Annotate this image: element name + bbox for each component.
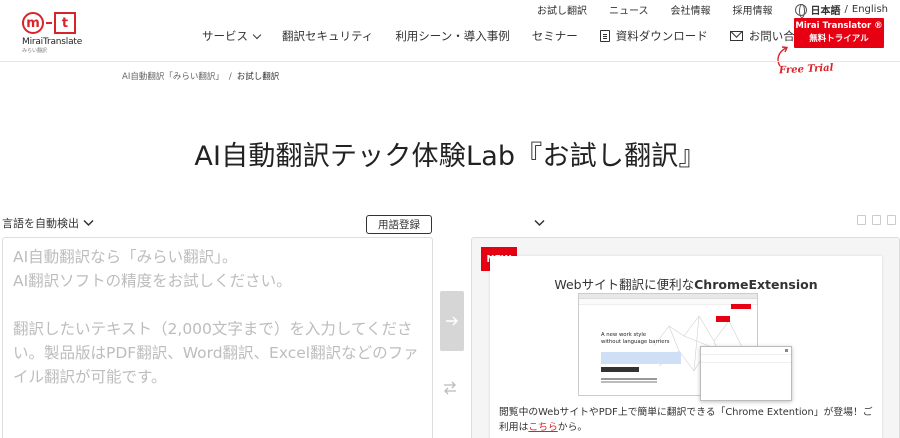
mock-heading: A new work style without language barrie… <box>601 332 669 346</box>
placeholder-line: AI自動翻訳なら「みらい翻訳」。 <box>13 248 238 266</box>
globe-icon <box>794 3 807 18</box>
chevron-down-icon <box>534 219 545 227</box>
nav-security[interactable]: 翻訳セキュリティ <box>282 28 373 44</box>
breadcrumb-separator: / <box>228 72 232 82</box>
page-title: AI自動翻訳テック体験Lab『お試し翻訳』 <box>194 141 706 172</box>
logo-brand-sub: みらい翻訳 <box>22 48 48 54</box>
mock-heading-line: without language barriers <box>601 339 670 345</box>
document-icon <box>599 30 610 42</box>
logo[interactable]: m t MiraiTranslate みらい翻訳 <box>22 12 82 56</box>
mock-heading-line: A new work style <box>601 332 647 338</box>
promo-title: Webサイト翻訳に便利なChromeExtension <box>490 274 882 293</box>
chevron-down-icon <box>252 30 262 39</box>
chrome-extension-promo[interactable]: Webサイト翻訳に便利なChromeExtension A new work s… <box>490 256 882 438</box>
lang-english[interactable]: English <box>852 4 888 15</box>
download-icon[interactable] <box>872 215 881 225</box>
nav-use-cases[interactable]: 利用シーン・導入事例 <box>395 28 509 44</box>
target-toolbar <box>857 215 896 225</box>
trial-button-line2: 無料トライアル <box>809 34 869 44</box>
swap-icon <box>444 381 456 395</box>
source-text-input[interactable]: AI自動翻訳なら「みらい翻訳」。 AI翻訳ソフトの精度をお試しください。 翻訳し… <box>2 237 433 438</box>
free-trial-note: Free Trial <box>778 62 834 77</box>
logo-brand: MiraiTranslate <box>22 37 83 47</box>
top-links: お試し翻訳 ニュース 会社情報 採用情報 日本語 / English <box>537 2 888 18</box>
nav-security-label: 翻訳セキュリティ <box>282 29 374 43</box>
promo-desc-tail: から。 <box>557 422 588 433</box>
nav-use-cases-label: 利用シーン・導入事例 <box>395 29 510 43</box>
extension-popup <box>700 346 792 401</box>
promo-link[interactable]: こちら <box>528 422 557 433</box>
promo-title-prefix: Webサイト翻訳に便利な <box>554 277 695 292</box>
source-placeholder: AI自動翻訳なら「みらい翻訳」。 AI翻訳ソフトの精度をお試しください。 翻訳し… <box>13 245 422 389</box>
glossary-button[interactable]: 用語登録 <box>366 215 432 234</box>
mock-red-tag <box>716 316 730 322</box>
translate-button[interactable] <box>440 291 464 351</box>
mock-text-lines <box>601 378 657 380</box>
target-language-select[interactable] <box>534 212 545 231</box>
swap-languages-button[interactable] <box>442 380 458 400</box>
top-link-careers[interactable]: 採用情報 <box>733 2 773 17</box>
source-language-select[interactable]: 言語を自動検出 <box>2 215 94 231</box>
mail-icon <box>729 31 743 41</box>
free-trial-button[interactable]: Mirai Translator ® 無料トライアル <box>794 18 884 48</box>
nav-services[interactable]: サービス <box>202 28 262 44</box>
nav-seminar[interactable]: セミナー <box>532 28 578 44</box>
promo-title-bold: ChromeExtension <box>694 277 818 292</box>
main-nav: サービス 翻訳セキュリティ 利用シーン・導入事例 セミナー 資料ダウンロード お… <box>202 28 852 44</box>
mock-button <box>601 367 639 372</box>
chevron-down-icon <box>83 219 94 227</box>
header-divider <box>0 61 900 62</box>
placeholder-line: イル翻訳が可能です。 <box>13 368 167 386</box>
logo-dash <box>46 22 52 24</box>
logo-mark: m t <box>22 12 82 34</box>
mock-red-tag <box>731 304 751 309</box>
lang-current[interactable]: 日本語 <box>811 2 841 17</box>
arrow-right-icon <box>446 316 458 326</box>
breadcrumb: AI自動翻訳「みらい翻訳」 / お試し翻訳 <box>122 70 279 82</box>
top-link-news[interactable]: ニュース <box>609 2 649 17</box>
placeholder-line: AI翻訳ソフトの精度をお試しください。 <box>13 272 292 290</box>
placeholder-line: い。製品版はPDF翻訳、Word翻訳、Excel翻訳などのファ <box>13 344 419 362</box>
source-language-label: 言語を自動検出 <box>2 217 79 230</box>
breadcrumb-home[interactable]: AI自動翻訳「みらい翻訳」 <box>122 72 224 82</box>
nav-services-label: サービス <box>202 29 248 43</box>
placeholder-line: 翻訳したいテキスト（2,000文字まで）を入力してくださ <box>13 320 413 338</box>
trial-button-line1: Mirai Translator ® <box>795 21 883 31</box>
help-icon[interactable] <box>887 215 896 225</box>
logo-t: t <box>54 12 76 34</box>
lang-separator: / <box>844 4 848 15</box>
mock-selection <box>601 352 681 364</box>
logo-m: m <box>22 12 44 34</box>
promo-description: 閲覧中のWebサイトやPDF上で簡単に翻訳できる「Chrome Extentio… <box>499 405 879 435</box>
breadcrumb-current: お試し翻訳 <box>236 72 280 82</box>
top-link-trial[interactable]: お試し翻訳 <box>537 2 587 17</box>
nav-seminar-label: セミナー <box>531 29 578 43</box>
top-link-company[interactable]: 会社情報 <box>671 2 711 17</box>
copy-icon[interactable] <box>857 215 866 225</box>
nav-download-label: 資料ダウンロード <box>615 29 708 43</box>
language-switcher[interactable]: 日本語 / English <box>794 2 888 18</box>
nav-download[interactable]: 資料ダウンロード <box>599 28 708 44</box>
